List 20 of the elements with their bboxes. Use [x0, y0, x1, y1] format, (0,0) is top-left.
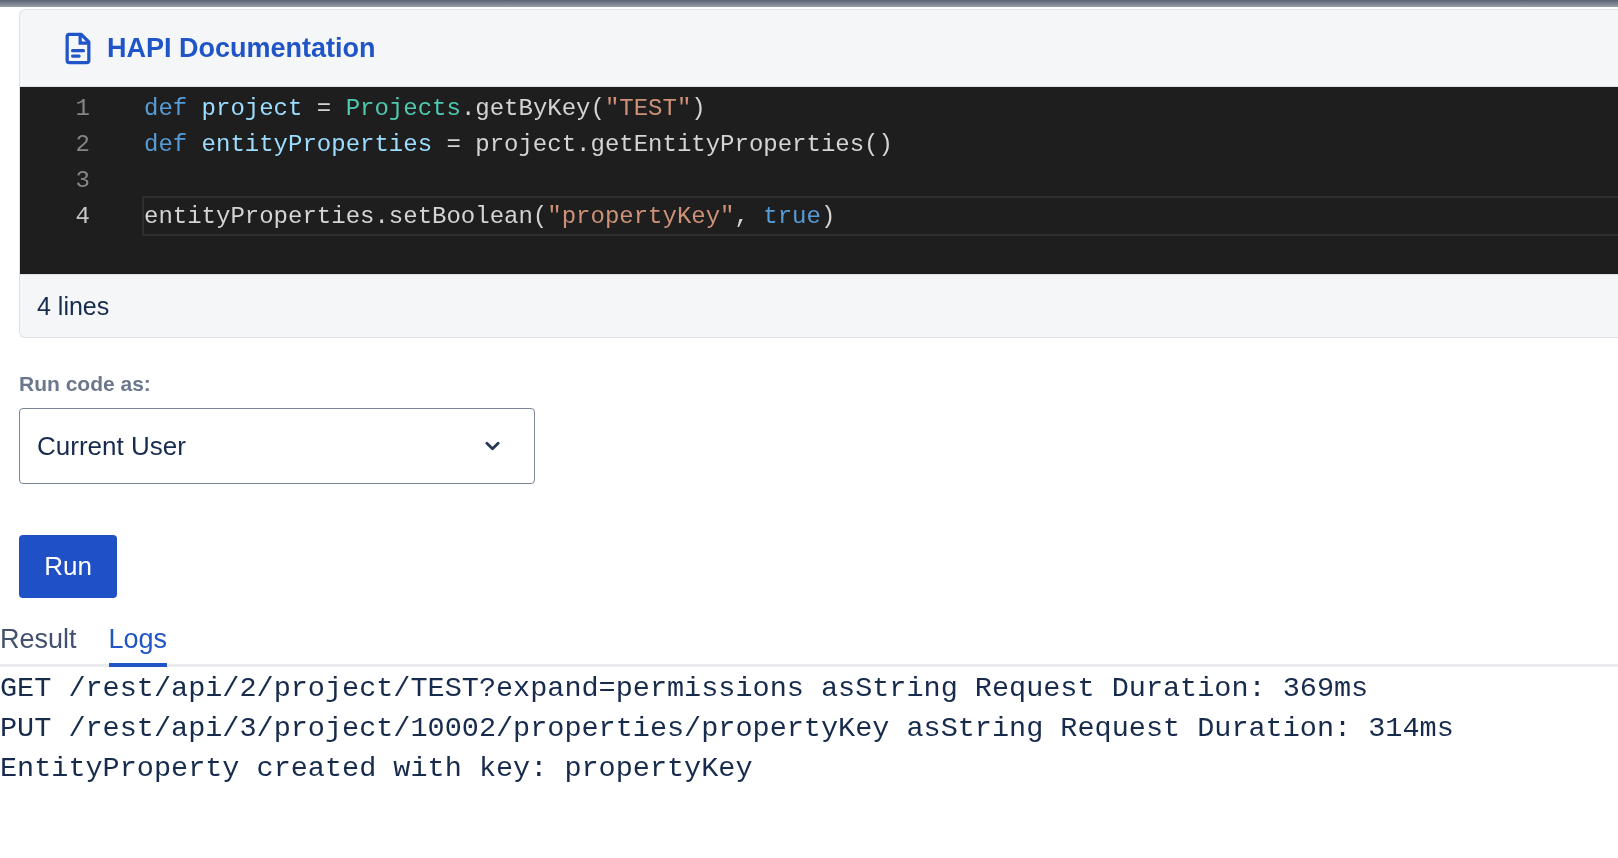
log-line: EntityProperty created with key: propertyKey — [0, 751, 754, 787]
line-number: 2 — [74, 130, 91, 158]
line-number: 4 — [74, 202, 91, 230]
run-button[interactable]: Run — [19, 535, 117, 598]
field-label: Run code as: — [19, 372, 151, 396]
chevron-down-icon — [485, 441, 500, 451]
run-as-dropdown[interactable]: Current User — [19, 408, 535, 484]
line-number: 3 — [74, 166, 91, 194]
line-count: 4 lines — [37, 291, 110, 321]
code-line: def project = Projects.getByKey("TEST") — [143, 93, 707, 124]
code-line: def entityProperties = project.getEntityProperties() — [143, 129, 894, 160]
documentation-link[interactable]: HAPI Documentation — [107, 32, 376, 64]
line-number: 1 — [74, 94, 91, 122]
document-icon — [65, 31, 91, 65]
tab[interactable]: Logs — [108, 618, 168, 667]
tab[interactable]: Result — [0, 618, 77, 667]
code-editor[interactable]: 1 def project = Projects.getByKey("TEST") 2 def entityProperties = project.getEntityProperties() 3 4 entityProperties.setBoolean("propertyKey", true) — [20, 87, 1618, 274]
log-line: PUT /rest/api/3/project/10002/properties/propertyKey asString Request Duration: 314ms — [0, 711, 1455, 747]
current-code-line: entityProperties.setBoolean("propertyKey", true) — [142, 196, 1618, 236]
log-line: GET /rest/api/2/project/TEST?expand=permissions asString Request Duration: 369ms — [0, 671, 1370, 707]
